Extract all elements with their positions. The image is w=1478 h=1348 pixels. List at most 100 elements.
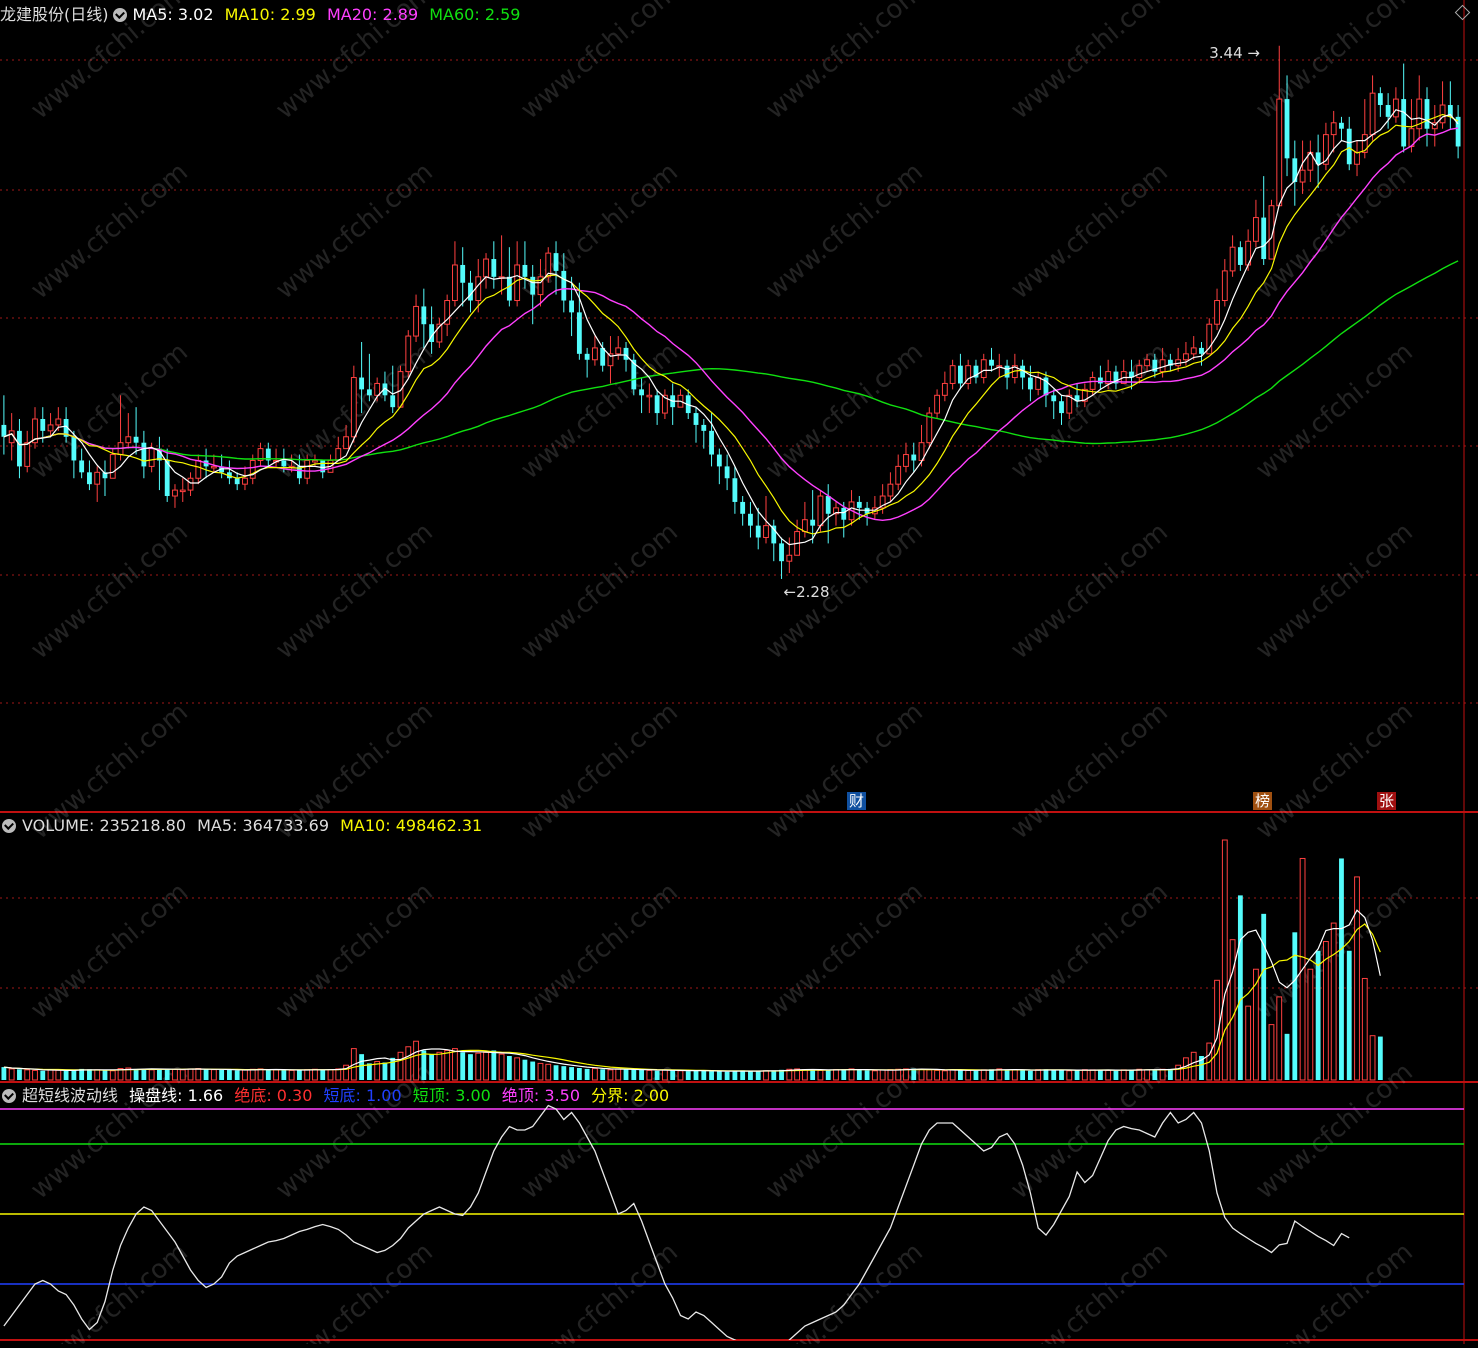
volume-bar-down bbox=[569, 1067, 574, 1080]
watermark-text: www.cfchi.com bbox=[1250, 157, 1419, 305]
candle-body-up bbox=[148, 448, 155, 467]
watermark-text: www.cfchi.com bbox=[25, 517, 194, 665]
candle-body-up bbox=[24, 442, 31, 467]
volume-bar-down bbox=[654, 1070, 660, 1080]
volume-bar-down bbox=[141, 1069, 147, 1080]
candle-body-up bbox=[350, 377, 357, 438]
volume-bar-down bbox=[1339, 858, 1344, 1080]
ma5-legend: MA5: 3.02 bbox=[132, 5, 214, 24]
volume-bar-down bbox=[226, 1070, 232, 1080]
candle-body-down bbox=[709, 430, 714, 455]
candle-body-down bbox=[732, 478, 738, 502]
candle-body-down bbox=[1237, 247, 1243, 265]
volume-bar-down bbox=[506, 1056, 512, 1080]
volume-bar-up bbox=[304, 1069, 311, 1081]
candle-body-down bbox=[1097, 377, 1103, 384]
volume-bar-up bbox=[405, 1046, 412, 1081]
candle-body-down bbox=[957, 365, 963, 384]
candle-body-down bbox=[740, 501, 746, 514]
volume-bar-up bbox=[887, 1069, 894, 1081]
candle-body-down bbox=[530, 276, 536, 295]
watermark-text: www.cfchi.com bbox=[1250, 697, 1419, 845]
volume-legend: VOLUME: 235218.80 bbox=[22, 816, 186, 835]
candle-body-down bbox=[561, 270, 567, 301]
watermark-text: www.cfchi.com bbox=[1005, 0, 1174, 125]
volume-bar-up bbox=[677, 1070, 684, 1081]
candle-body-up bbox=[934, 394, 940, 414]
candle-body-down bbox=[1284, 99, 1290, 159]
candle-body-up bbox=[1221, 270, 1228, 302]
volume-bar-down bbox=[219, 1069, 225, 1080]
volume-bar-down bbox=[1129, 1069, 1134, 1080]
volume-bar-down bbox=[1, 1067, 7, 1080]
volume-bar-up bbox=[257, 1068, 264, 1081]
volume-bar-up bbox=[475, 1052, 482, 1081]
volume-bar-down bbox=[685, 1071, 691, 1080]
volume-group bbox=[1, 839, 1383, 1081]
volume-bar-up bbox=[833, 1069, 839, 1081]
volume-bar-down bbox=[989, 1069, 994, 1080]
candle-body-up bbox=[1392, 98, 1399, 118]
candle-body-down bbox=[724, 466, 730, 479]
volume-bar-up bbox=[879, 1069, 886, 1081]
candle-body-up bbox=[1144, 359, 1150, 367]
volume-bar-down bbox=[1152, 1070, 1158, 1080]
watermark-text: www.cfchi.com bbox=[1005, 877, 1174, 1025]
volume-bar-down bbox=[421, 1050, 427, 1080]
volume-bar-up bbox=[1276, 996, 1283, 1081]
volume-bar-up bbox=[242, 1069, 248, 1081]
candle-body-down bbox=[569, 300, 574, 313]
candle-body-down bbox=[1004, 365, 1010, 378]
stock-chart: www.cfchi.com www.cfchi.com www.cfchi.com w… bbox=[0, 0, 1478, 1348]
check-circle-icon[interactable] bbox=[112, 8, 127, 22]
volume-bar-down bbox=[17, 1069, 22, 1080]
volume-bar-down bbox=[973, 1070, 979, 1080]
volume-bar-up bbox=[1354, 876, 1360, 1081]
watermark-text: www.cfchi.com bbox=[515, 877, 684, 1025]
volume-bar-up bbox=[1361, 977, 1368, 1081]
volume-bar-down bbox=[102, 1070, 108, 1080]
volume-bar-down bbox=[1292, 932, 1298, 1080]
ma20-legend: MA20: 2.89 bbox=[326, 5, 419, 24]
candle-body-up bbox=[47, 424, 54, 432]
volume-bar-down bbox=[957, 1070, 963, 1080]
check-circle-icon[interactable] bbox=[2, 819, 16, 833]
volume-bar-down bbox=[553, 1065, 559, 1080]
volume-bar-down bbox=[429, 1054, 435, 1080]
indicator-line bbox=[3, 1104, 1350, 1340]
volume-bar-up bbox=[1221, 839, 1228, 1081]
candle-body-up bbox=[763, 525, 769, 538]
volume-bar-down bbox=[576, 1068, 582, 1080]
event-tag-finance[interactable]: 财 bbox=[847, 792, 867, 810]
candle-body-down bbox=[639, 389, 644, 396]
candle-body-up bbox=[187, 477, 194, 491]
volume-bar-down bbox=[40, 1070, 46, 1080]
volume-bar-down bbox=[1315, 950, 1321, 1080]
candle-body-down bbox=[755, 525, 761, 538]
volume-bar-down bbox=[468, 1054, 473, 1080]
check-circle-icon[interactable] bbox=[2, 1089, 16, 1103]
volume-bar-down bbox=[740, 1070, 746, 1080]
abs-top-legend: 绝顶: 3.50 bbox=[501, 1086, 581, 1105]
candle-body-up bbox=[1354, 151, 1360, 165]
candle-body-down bbox=[1051, 395, 1057, 402]
volume-bar-up bbox=[94, 1069, 101, 1081]
candle-body-up bbox=[646, 394, 653, 398]
event-tag-list[interactable]: 榜 bbox=[1253, 792, 1273, 810]
candle-body-down bbox=[359, 377, 365, 390]
volume-bar-up bbox=[646, 1069, 653, 1081]
volume-bar-down bbox=[724, 1071, 730, 1080]
volume-bar-down bbox=[911, 1068, 917, 1080]
candle-body-down bbox=[1292, 158, 1298, 183]
volume-bar-up bbox=[965, 1069, 972, 1081]
volume-bar-down bbox=[1346, 950, 1352, 1080]
volume-bar-down bbox=[71, 1070, 77, 1080]
volume-bar-down bbox=[1377, 1036, 1383, 1080]
volume-bar-down bbox=[825, 1070, 831, 1080]
candle-body-up bbox=[304, 459, 311, 479]
event-tag-limit-up[interactable]: 张 bbox=[1377, 792, 1397, 810]
candle-body-down bbox=[1424, 99, 1430, 129]
volume-bar-down bbox=[639, 1070, 644, 1080]
candle-body-up bbox=[1089, 377, 1096, 390]
volume-bar-up bbox=[545, 1063, 552, 1081]
